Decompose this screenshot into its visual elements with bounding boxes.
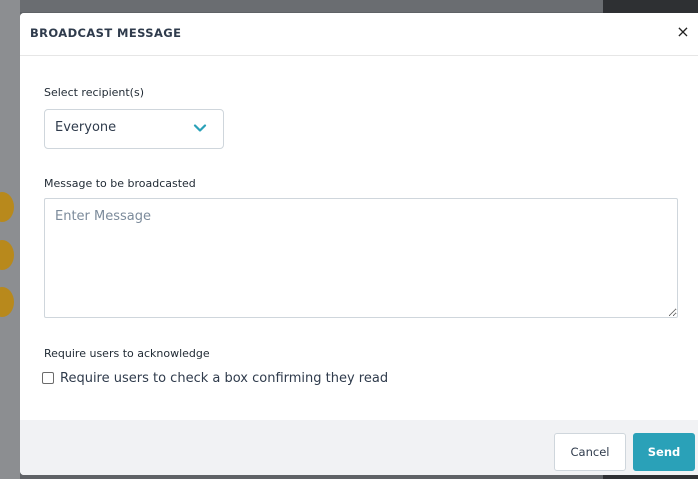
backdrop-top-strip bbox=[0, 0, 698, 12]
dialog-title: BROADCAST MESSAGE bbox=[30, 26, 182, 40]
acknowledge-checkbox-row: Require users to check a box confirming … bbox=[42, 369, 388, 387]
send-button[interactable]: Send bbox=[633, 433, 695, 471]
acknowledge-checkbox-label[interactable]: Require users to check a box confirming … bbox=[60, 371, 388, 386]
dialog-header: BROADCAST MESSAGE × bbox=[20, 13, 698, 56]
message-label: Message to be broadcasted bbox=[44, 177, 196, 190]
message-textarea[interactable] bbox=[44, 198, 678, 318]
cancel-button[interactable]: Cancel bbox=[554, 433, 626, 471]
acknowledge-checkbox[interactable] bbox=[42, 372, 54, 384]
close-icon[interactable]: × bbox=[674, 23, 692, 41]
dialog-footer: Cancel Send bbox=[20, 420, 698, 475]
chevron-down-icon bbox=[193, 124, 207, 132]
recipients-selected-value: Everyone bbox=[55, 120, 117, 135]
dialog-body: Select recipient(s) Everyone Message to … bbox=[20, 56, 698, 420]
recipients-label: Select recipient(s) bbox=[44, 86, 144, 99]
recipients-select[interactable]: Everyone bbox=[44, 109, 224, 149]
acknowledge-label: Require users to acknowledge bbox=[44, 347, 210, 360]
broadcast-message-dialog: BROADCAST MESSAGE × Select recipient(s) … bbox=[20, 13, 698, 475]
